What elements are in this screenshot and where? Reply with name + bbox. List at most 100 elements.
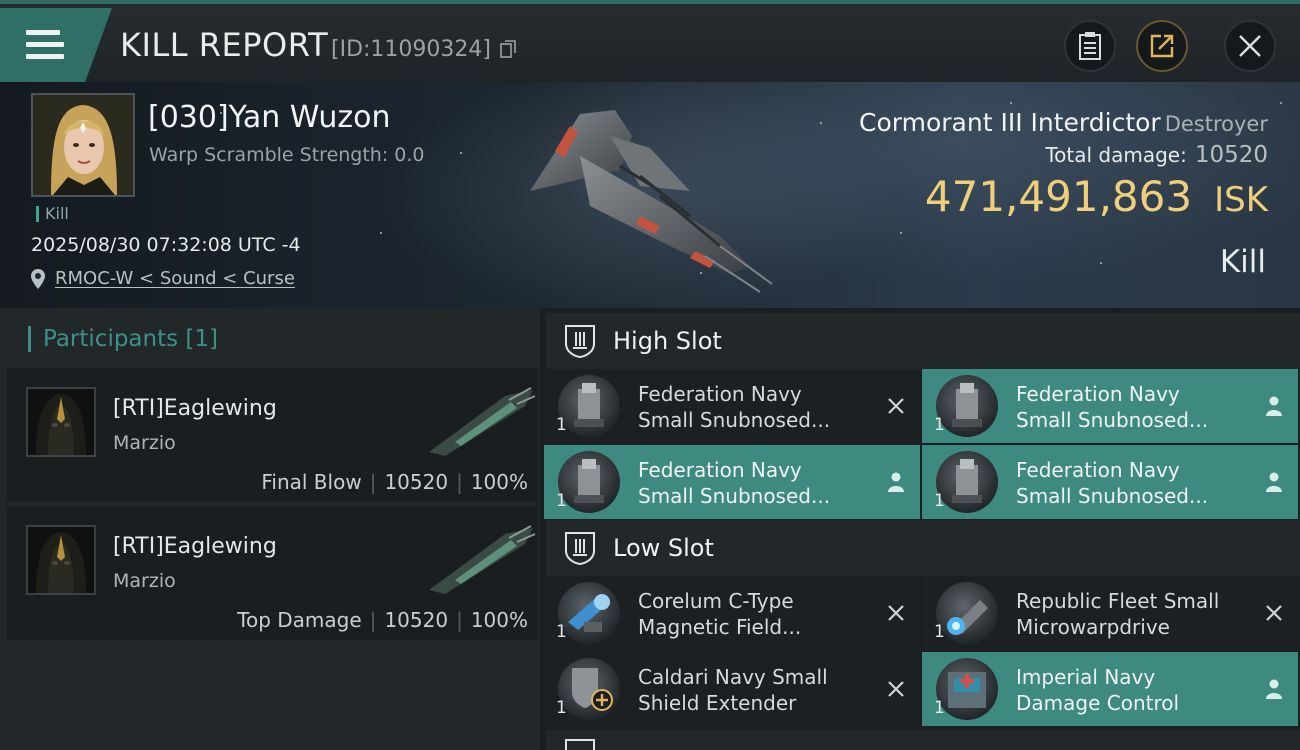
participants-header: Participants [1]	[28, 326, 218, 352]
kill-timestamp: 2025/08/30 07:32:08 UTC -4	[31, 234, 301, 256]
module-name: Corelum C-Type Magnetic Field...	[638, 589, 802, 639]
top-bar: KILL REPORT [ID:11090324]	[0, 0, 1300, 82]
clipboard-icon	[1079, 32, 1101, 60]
total-damage: Total damage: 10520	[1045, 142, 1268, 168]
participant-card[interactable]: [RTI]Eaglewing Marzio Top Damage | 10520 | 1…	[7, 506, 538, 640]
kill-location[interactable]: RMOC-W < Sound < Curse	[31, 268, 295, 289]
participant-percent: 100%	[470, 470, 528, 494]
dropped-person-icon	[1266, 396, 1282, 416]
low-slot-label: Low Slot	[613, 534, 714, 562]
participant-avatar	[26, 525, 96, 595]
menu-button[interactable]	[0, 8, 112, 82]
blaster-module-icon	[936, 375, 998, 437]
destroyed-icon	[888, 681, 904, 697]
mid-slot-header	[546, 730, 1300, 750]
close-button[interactable]	[1224, 20, 1276, 72]
dropped-person-icon	[1266, 679, 1282, 699]
low-slot-header: Low Slot	[546, 520, 1300, 576]
clipboard-button[interactable]	[1064, 20, 1116, 72]
module-name: Republic Fleet Small Microwarpdrive	[1016, 589, 1220, 639]
high-slot-header: High Slot	[546, 313, 1300, 369]
module-name: Caldari Navy Small Shield Extender	[638, 665, 828, 715]
module-item[interactable]: 1 Imperial Navy Damage Control	[922, 652, 1298, 726]
destroyed-icon	[888, 398, 904, 414]
participant-ship-image	[429, 525, 536, 594]
module-item[interactable]: 1 Corelum C-Type Magnetic Field...	[544, 576, 920, 650]
microwarpdrive-icon	[936, 582, 998, 644]
module-name: Federation Navy Small Snubnosed...	[1016, 382, 1209, 432]
module-name: Federation Navy Small Snubnosed...	[1016, 458, 1209, 508]
blaster-module-icon	[936, 451, 998, 513]
module-quantity: 1	[556, 698, 567, 718]
module-quantity: 1	[934, 698, 945, 718]
destroyed-icon	[1266, 605, 1282, 621]
participant-role: Final Blow	[261, 470, 362, 494]
blaster-module-icon	[558, 375, 620, 437]
avatar	[33, 95, 133, 195]
participant-ship: Marzio	[113, 432, 176, 454]
page-title: KILL REPORT	[120, 26, 329, 64]
module-quantity: 1	[556, 491, 567, 511]
ship-name: Cormorant III Interdictor	[859, 108, 1161, 137]
high-slot-icon	[565, 325, 595, 358]
low-slot-icon	[565, 532, 595, 565]
module-quantity: 1	[934, 622, 945, 642]
menu-icon	[26, 30, 64, 60]
warp-scramble-strength: Warp Scramble Strength: 0.0	[149, 144, 425, 166]
participant-damage: 10520	[384, 470, 449, 494]
kill-result: Kill	[1219, 244, 1266, 280]
module-quantity: 1	[934, 415, 945, 435]
location-link[interactable]: RMOC-W < Sound < Curse	[55, 268, 295, 289]
participant-damage: 10520	[384, 608, 449, 632]
participant-avatar	[26, 387, 96, 457]
victim-ship[interactable]: Cormorant III Interdictor Destroyer	[859, 108, 1268, 137]
participant-role: Top Damage	[237, 608, 362, 632]
isk-amount: 471,491,863	[924, 172, 1193, 221]
module-item[interactable]: 1 Federation Navy Small Snubnosed...	[544, 445, 920, 519]
participants-title: Participants	[43, 326, 179, 352]
close-icon	[1239, 35, 1261, 57]
share-icon	[1150, 34, 1174, 58]
participant-stats: Final Blow | 10520 | 100%	[261, 470, 528, 494]
damage-control-icon	[936, 658, 998, 720]
participant-stats: Top Damage | 10520 | 100%	[237, 608, 528, 632]
module-item[interactable]: 1 Caldari Navy Small Shield Extender	[544, 652, 920, 726]
blaster-module-icon	[558, 451, 620, 513]
victim-portrait[interactable]	[31, 93, 135, 197]
shield-extender-icon	[558, 658, 620, 720]
report-id: [ID:11090324]	[331, 37, 491, 62]
module-name: Federation Navy Small Snubnosed...	[638, 382, 831, 432]
module-name: Imperial Navy Damage Control	[1016, 665, 1180, 715]
destroyed-icon	[888, 605, 904, 621]
total-damage-label: Total damage:	[1045, 143, 1187, 167]
dropped-person-icon	[1266, 472, 1282, 492]
dropped-person-icon	[888, 472, 904, 492]
mid-slot-icon	[565, 739, 595, 750]
share-button[interactable]	[1136, 20, 1188, 72]
module-item[interactable]: 1 Republic Fleet Small Microwarpdrive	[922, 576, 1298, 650]
module-item[interactable]: 1 Federation Navy Small Snubnosed...	[544, 369, 920, 443]
victim-banner: [030]Yan Wuzon Warp Scramble Strength: 0…	[0, 82, 1300, 308]
total-damage-value: 10520	[1194, 142, 1268, 168]
avatar	[28, 389, 94, 455]
module-item[interactable]: 1 Federation Navy Small Snubnosed...	[922, 445, 1298, 519]
module-name: Federation Navy Small Snubnosed...	[638, 458, 831, 508]
participant-name: [RTI]Eaglewing	[113, 396, 277, 421]
ship-class: Destroyer	[1164, 112, 1268, 136]
location-pin-icon	[31, 268, 45, 289]
high-slot-label: High Slot	[613, 327, 722, 355]
isk-value: 471,491,863 ISK	[925, 172, 1268, 221]
participant-name: [RTI]Eaglewing	[113, 534, 277, 559]
module-quantity: 1	[556, 415, 567, 435]
avatar	[28, 527, 94, 593]
victim-ship-image	[530, 110, 773, 293]
participant-card[interactable]: [RTI]Eaglewing Marzio Final Blow | 10520 | 1…	[7, 368, 538, 502]
participant-ship-image	[429, 387, 536, 456]
copy-icon[interactable]	[500, 40, 516, 58]
participant-ship: Marzio	[113, 570, 176, 592]
participant-percent: 100%	[470, 608, 528, 632]
victim-name[interactable]: [030]Yan Wuzon	[148, 100, 391, 135]
module-item[interactable]: 1 Federation Navy Small Snubnosed...	[922, 369, 1298, 443]
participants-count: [1]	[185, 326, 219, 352]
module-quantity: 1	[556, 622, 567, 642]
